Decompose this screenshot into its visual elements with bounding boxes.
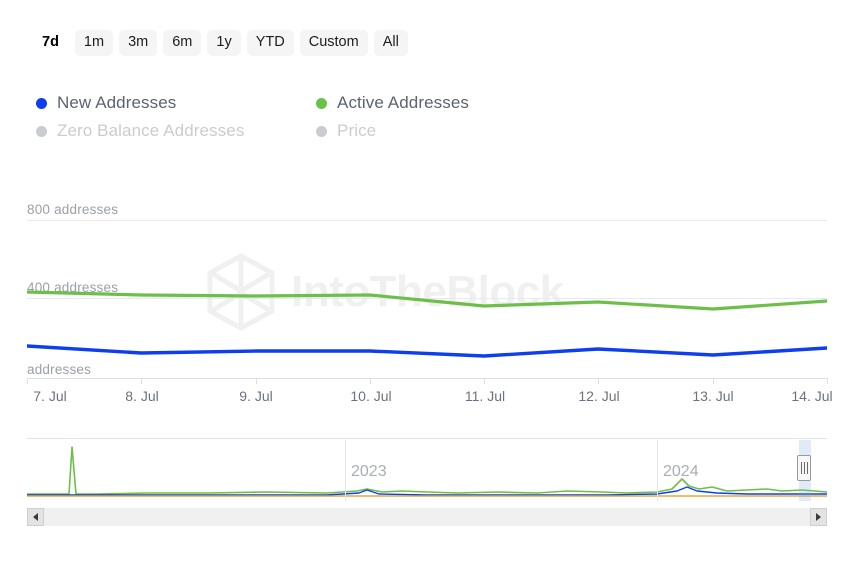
grip-line — [803, 462, 805, 474]
legend-dot-new-addresses — [36, 97, 47, 109]
x-axis-line — [27, 378, 827, 379]
scroll-right-button[interactable] — [810, 508, 827, 526]
chart-legend: New Addresses Active Addresses Zero Bala… — [36, 93, 596, 141]
legend-label-new-addresses: New Addresses — [57, 93, 177, 112]
series-line-new-addresses — [27, 344, 827, 358]
arrow-left-icon — [33, 513, 38, 521]
x-axis-label-4: 11. Jul — [464, 388, 506, 404]
x-axis-label-6: 13. Jul — [692, 388, 734, 404]
navigator-mini-chart[interactable]: 2023 2024 — [27, 439, 827, 501]
x-tick-3 — [370, 378, 371, 384]
chart-navigator[interactable]: 2023 2024 — [27, 438, 827, 510]
x-tick-1 — [141, 378, 142, 384]
legend-dot-zero-balance-addresses — [36, 125, 47, 137]
arrow-right-icon — [816, 513, 821, 521]
range-selector: 7d 1m 3m 6m 1y YTD Custom All — [36, 30, 408, 56]
x-tick-2 — [256, 378, 257, 384]
legend-label-price: Price — [337, 121, 377, 140]
chart-scrollbar[interactable] — [27, 508, 827, 526]
grip-line — [806, 462, 808, 474]
legend-item-new-addresses[interactable]: New Addresses — [36, 93, 316, 113]
x-axis-label-3: 10. Jul — [350, 388, 392, 404]
x-tick-4 — [484, 378, 485, 384]
navigator-year-label-2023: 2023 — [351, 463, 387, 480]
x-axis-label-2: 9. Jul — [239, 388, 273, 404]
range-tab-all[interactable]: All — [373, 30, 408, 56]
chart-plot-area — [27, 290, 827, 358]
legend-item-price[interactable]: Price — [316, 121, 596, 141]
navigator-left-handle[interactable] — [797, 455, 811, 481]
navigator-gridline-2023 — [345, 440, 346, 501]
navigator-gridline-2024 — [657, 440, 658, 501]
x-tick-6 — [713, 378, 714, 384]
legend-label-active-addresses: Active Addresses — [337, 93, 469, 112]
x-axis-label-5: 12. Jul — [578, 388, 620, 404]
range-tab-ytd[interactable]: YTD — [246, 30, 294, 56]
x-axis-label-7: 14. Jul — [791, 388, 833, 404]
chart-widget: 7d 1m 3m 6m 1y YTD Custom All New Addres… — [0, 0, 850, 567]
legend-dot-active-addresses — [316, 97, 327, 109]
x-tick-7 — [827, 378, 828, 384]
legend-item-active-addresses[interactable]: Active Addresses — [316, 93, 596, 113]
legend-item-zero-balance-addresses[interactable]: Zero Balance Addresses — [36, 121, 316, 141]
x-tick-5 — [598, 378, 599, 384]
range-tab-1y[interactable]: 1y — [207, 30, 241, 56]
range-tab-1m[interactable]: 1m — [74, 30, 114, 56]
x-tick-0 — [27, 378, 28, 384]
scroll-left-button[interactable] — [27, 508, 44, 526]
main-chart: 800 addresses 400 addresses addresses 7.… — [0, 190, 850, 415]
grip-line — [800, 462, 802, 474]
navigator-line-active-addresses — [27, 446, 827, 495]
legend-dot-price — [316, 125, 327, 137]
range-tab-7d[interactable]: 7d — [36, 30, 69, 56]
range-tab-3m[interactable]: 3m — [119, 30, 158, 56]
range-tab-custom[interactable]: Custom — [299, 30, 368, 56]
scrollbar-track[interactable] — [43, 508, 811, 526]
series-line-active-addresses — [27, 290, 827, 311]
range-tab-6m[interactable]: 6m — [163, 30, 202, 56]
legend-label-zero-balance-addresses: Zero Balance Addresses — [57, 121, 245, 140]
navigator-year-label-2024: 2024 — [663, 463, 699, 480]
x-axis-label-1: 8. Jul — [125, 388, 159, 404]
navigator-series — [27, 446, 827, 497]
x-axis-label-0: 7. Jul — [33, 388, 67, 404]
